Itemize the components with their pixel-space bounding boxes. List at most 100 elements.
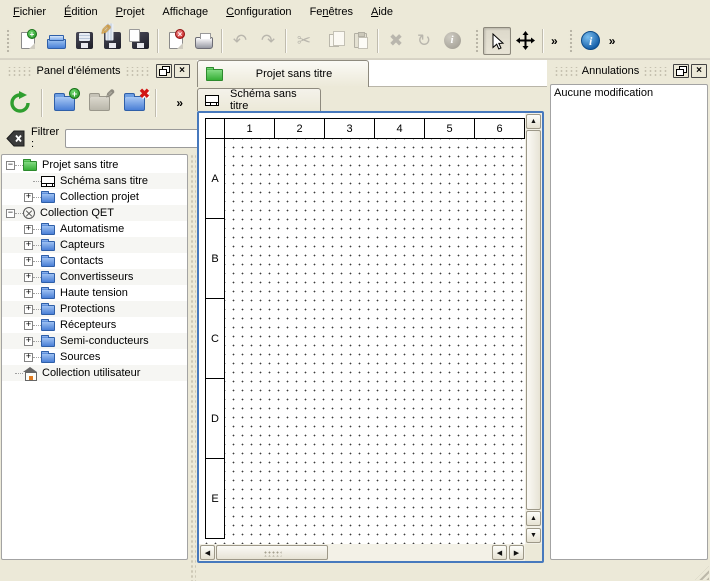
grid-row-label: B [205,219,225,299]
tree-item-contacts[interactable]: + Contacts [2,253,187,269]
tree-item-automatisme[interactable]: + Automatisme [2,221,187,237]
expander-icon[interactable]: + [24,321,33,330]
scroll-up-button[interactable]: ▲ [526,511,541,526]
about-info-button[interactable]: i [577,27,605,55]
main-toolbar: ↶ ↷ ✂ ✖ ↻ i [0,23,710,59]
pan-mode-button[interactable] [511,27,539,55]
expander-icon[interactable]: + [24,193,33,202]
folder-icon [41,273,55,283]
scroll-right-button[interactable]: ▶ [509,545,524,560]
toolbar-handle[interactable] [568,28,574,54]
selection-mode-button[interactable] [483,27,511,55]
float-panel-button[interactable] [673,64,689,78]
clear-filter-button[interactable] [6,130,25,147]
tree-item-protections[interactable]: + Protections [2,301,187,317]
filter-input[interactable] [65,129,215,148]
menu-fichier[interactable]: Fichier [4,3,55,21]
print-button[interactable] [190,27,218,55]
close-file-button[interactable] [162,27,190,55]
new-project-button[interactable] [14,27,42,55]
tab-schema-sans-titre[interactable]: Schéma sans titre [197,88,321,111]
tree-item-collection-utilisateur[interactable]: Collection utilisateur [2,365,187,381]
tree-item-label: Capteurs [60,239,105,251]
save-as-button[interactable] [98,27,126,55]
menu-edition[interactable]: Édition [55,3,107,21]
delete-button[interactable]: ✖ [382,27,410,55]
close-panel-button[interactable]: × [174,64,190,78]
schema-tab-label: Schéma sans titre [230,88,313,112]
paste-button[interactable] [346,27,374,55]
edit-category-button[interactable] [83,87,115,119]
reload-collections-button[interactable] [4,87,36,119]
dock-title-texture [125,67,150,76]
menu-fenetres[interactable]: Fenêtres [301,3,362,21]
open-project-button[interactable] [42,27,70,55]
tree-item-recepteurs[interactable]: + Récepteurs [2,317,187,333]
horizontal-scroll-track[interactable] [328,544,491,561]
expander-icon[interactable]: + [24,225,33,234]
expander-icon[interactable]: + [24,273,33,282]
delete-category-button[interactable] [118,87,150,119]
close-panel-button[interactable]: × [691,64,707,78]
expander-icon[interactable]: + [24,337,33,346]
copy-button[interactable] [318,27,346,55]
cut-icon: ✂ [297,32,311,49]
tab-projet-sans-titre[interactable]: Projet sans titre [197,60,369,87]
scroll-left-button[interactable]: ◀ [492,545,507,560]
diagram-scene[interactable]: 1 2 3 4 5 6 A B C D E [199,113,525,544]
menu-affichage[interactable]: Affichage [153,3,217,21]
expander-icon[interactable]: − [6,161,15,170]
tree-item-capteurs[interactable]: + Capteurs [2,237,187,253]
element-info-button[interactable]: i [438,27,466,55]
refresh-icon [8,91,32,115]
toolbar-overflow-button[interactable]: » [605,34,620,48]
vertical-scrollbar[interactable]: ▲ ▲ ▼ [525,113,542,544]
redo-button[interactable]: ↷ [254,27,282,55]
vertical-scroll-thumb[interactable] [526,130,541,510]
tree-item-semi-conducteurs[interactable]: + Semi-conducteurs [2,333,187,349]
expander-icon[interactable]: + [24,353,33,362]
tree-item-haute-tension[interactable]: + Haute tension [2,285,187,301]
undo-history-list[interactable]: Aucune modification [550,84,708,560]
float-window-icon [159,66,170,77]
tree-item-convertisseurs[interactable]: + Convertisseurs [2,269,187,285]
tree-item-collection-projet[interactable]: + Collection projet [2,189,187,205]
tree-item-collection-qet[interactable]: − Collection QET [2,205,187,221]
toolbar-handle[interactable] [5,28,11,54]
save-all-button[interactable] [126,27,154,55]
panel-toolbar-overflow-button[interactable]: » [172,96,187,110]
expander-icon[interactable]: + [24,289,33,298]
toolbar-overflow-button[interactable]: » [547,34,562,48]
menu-aide[interactable]: Aide [362,3,402,21]
tree-item-label: Récepteurs [60,319,116,331]
expander-icon[interactable]: − [6,209,15,218]
tree-item-schema[interactable]: Schéma sans titre [2,173,187,189]
folder-icon [41,225,55,235]
clear-filter-icon [6,130,25,147]
tree-item-sources[interactable]: + Sources [2,349,187,365]
diagram-view[interactable]: 1 2 3 4 5 6 A B C D E ▲ ▲ [197,111,544,563]
toolbar-handle[interactable] [474,28,480,54]
rotate-button[interactable]: ↻ [410,27,438,55]
new-category-button[interactable] [48,87,80,119]
float-panel-button[interactable] [156,64,172,78]
expander-icon[interactable]: + [24,257,33,266]
rotate-icon: ↻ [417,32,431,49]
diagram-row-headers: A B C D E [205,139,225,539]
scroll-up-button[interactable]: ▲ [526,114,541,129]
expander-icon[interactable]: + [24,241,33,250]
scroll-down-button[interactable]: ▼ [526,528,541,543]
tree-item-projet[interactable]: − Projet sans titre [2,157,187,173]
toolbar-separator [285,29,287,53]
undo-button[interactable]: ↶ [226,27,254,55]
horizontal-scroll-thumb[interactable] [216,545,328,560]
folder-icon [41,305,55,315]
menu-projet[interactable]: Projet [107,3,154,21]
dock-splitter[interactable] [189,154,196,581]
menu-configuration[interactable]: Configuration [217,3,300,21]
save-button[interactable] [70,27,98,55]
horizontal-scrollbar[interactable]: ◀ ◀ ▶ [199,544,525,561]
scroll-left-button[interactable]: ◀ [200,545,215,560]
cut-button[interactable]: ✂ [290,27,318,55]
expander-icon[interactable]: + [24,305,33,314]
